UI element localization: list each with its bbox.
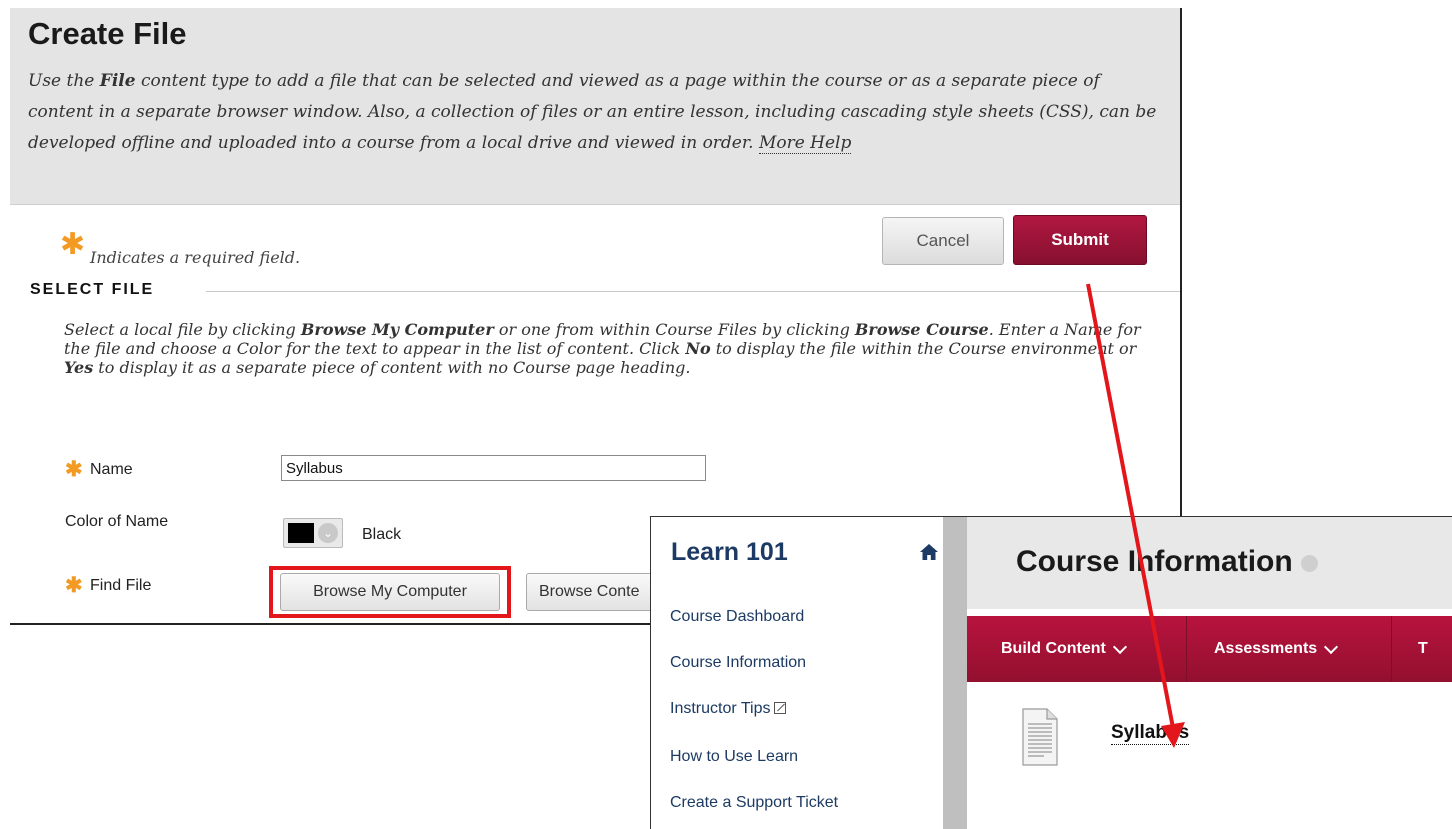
color-value: Black: [362, 526, 402, 543]
name-input[interactable]: [281, 455, 706, 481]
sidebar-divider[interactable]: [943, 517, 967, 829]
sidebar-item-how-to-use-learn[interactable]: How to Use Learn: [670, 748, 798, 766]
description-bold: Browse My Computer: [300, 320, 494, 339]
description-text: to display it as a separate piece of con…: [93, 358, 691, 377]
color-swatch-black: [288, 523, 314, 543]
home-icon[interactable]: [919, 543, 939, 561]
description-text: Use the: [28, 71, 100, 91]
page-description: Use the File content type to add a file …: [28, 66, 1168, 159]
tools-menu[interactable]: T: [1418, 616, 1428, 682]
browse-my-computer-button[interactable]: Browse My Computer: [280, 573, 500, 611]
create-file-header: Create File Use the File content type to…: [10, 8, 1180, 205]
color-of-name-label: Color of Name: [65, 513, 169, 530]
required-asterisk-icon: ✱: [65, 458, 83, 481]
description-bold: File: [99, 71, 136, 91]
build-content-menu[interactable]: Build Content: [1001, 616, 1127, 682]
description-text: Select a local file by clicking: [64, 320, 301, 339]
chevron-down-icon: ⌄: [318, 523, 338, 543]
content-area-title-text: Course Information: [1016, 545, 1293, 578]
action-separator: [1186, 616, 1187, 682]
sidebar-item-create-support-ticket[interactable]: Create a Support Ticket: [670, 794, 838, 812]
more-help-link[interactable]: More Help: [758, 133, 852, 154]
chevron-down-icon: [1112, 639, 1127, 654]
cancel-button[interactable]: Cancel: [882, 217, 1004, 265]
course-main-header: Course Information: [967, 517, 1452, 609]
document-icon: [1022, 708, 1058, 766]
course-title[interactable]: Learn 101: [671, 538, 788, 567]
description-bold: Browse Course: [854, 320, 989, 339]
browse-content-button[interactable]: Browse Conte: [526, 573, 666, 611]
assessments-menu[interactable]: Assessments: [1214, 616, 1339, 682]
asterisk-icon: ✱: [60, 228, 86, 261]
sidebar-item-label: Instructor Tips: [670, 700, 771, 717]
name-label: Name: [90, 461, 133, 478]
description-bold: No: [685, 339, 711, 358]
external-link-icon: [774, 702, 787, 714]
section-description: Select a local file by clicking Browse M…: [64, 320, 1154, 377]
course-page-inset: Learn 101 Course Dashboard Course Inform…: [650, 516, 1452, 829]
build-content-label: Build Content: [1001, 640, 1106, 657]
description-text: to display the file within the Course en…: [710, 339, 1137, 358]
action-separator: [1391, 616, 1392, 682]
description-text: content type to add a file that can be s…: [28, 71, 1157, 153]
content-area-title: Course Information: [1016, 545, 1318, 579]
sidebar-item-course-information[interactable]: Course Information: [670, 654, 806, 672]
content-item-title[interactable]: Syllabus: [1111, 722, 1190, 745]
description-text: or one from within Course Files by click…: [493, 320, 855, 339]
required-asterisk-icon: ✱: [65, 574, 83, 597]
sidebar-item-course-dashboard[interactable]: Course Dashboard: [670, 608, 804, 626]
course-main-area: Course Information Build Content Assessm…: [967, 517, 1452, 829]
chevron-down-icon: [1324, 639, 1339, 654]
assessments-label: Assessments: [1214, 640, 1318, 657]
action-bar: Build Content Assessments T: [967, 616, 1452, 682]
description-bold: Yes: [64, 358, 94, 377]
page-title: Create File: [28, 16, 187, 51]
section-divider: [206, 291, 1180, 292]
required-field-note: Indicates a required field.: [90, 248, 301, 267]
sidebar-item-instructor-tips[interactable]: Instructor Tips: [670, 700, 787, 718]
chevron-down-icon[interactable]: [1300, 554, 1318, 572]
submit-button[interactable]: Submit: [1013, 215, 1147, 265]
color-picker[interactable]: ⌄: [283, 518, 343, 548]
course-sidebar: Learn 101 Course Dashboard Course Inform…: [651, 517, 943, 829]
find-file-label: Find File: [90, 577, 152, 594]
section-title: SELECT FILE: [30, 281, 155, 298]
